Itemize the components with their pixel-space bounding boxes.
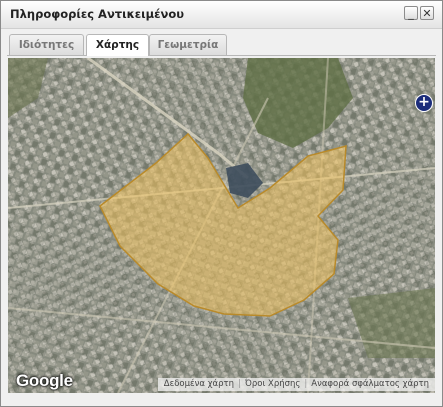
info-window: Πληροφορίες Αντικειμένου _ ✕ Ιδιότητες Χ…: [0, 0, 443, 407]
tab-map[interactable]: Χάρτης: [86, 34, 149, 56]
report-error-link[interactable]: Αναφορά σφάλματος χάρτη: [307, 379, 433, 389]
zoom-in-button[interactable]: +: [415, 94, 433, 112]
map-view[interactable]: + Google Δεδομένα χάρτη | Όροι Χρήσης | Αναφ…: [8, 58, 435, 393]
google-logo[interactable]: Google: [16, 371, 73, 391]
tab-bar: Ιδιότητες Χάρτης Γεωμετρία: [7, 34, 436, 56]
minimize-button[interactable]: _: [404, 6, 418, 20]
terms-link[interactable]: Όροι Χρήσης: [241, 379, 304, 389]
tab-properties[interactable]: Ιδιότητες: [9, 34, 84, 55]
map-data-link[interactable]: Δεδομένα χάρτη: [160, 379, 238, 389]
satellite-map: [8, 58, 435, 393]
close-button[interactable]: ✕: [420, 6, 434, 20]
titlebar[interactable]: Πληροφορίες Αντικειμένου _ ✕: [1, 1, 442, 29]
tab-geometry[interactable]: Γεωμετρία: [149, 34, 227, 55]
window-title: Πληροφορίες Αντικειμένου: [10, 7, 185, 21]
map-attribution: Δεδομένα χάρτη | Όροι Χρήσης | Αναφορά σφάλμ…: [157, 378, 435, 391]
